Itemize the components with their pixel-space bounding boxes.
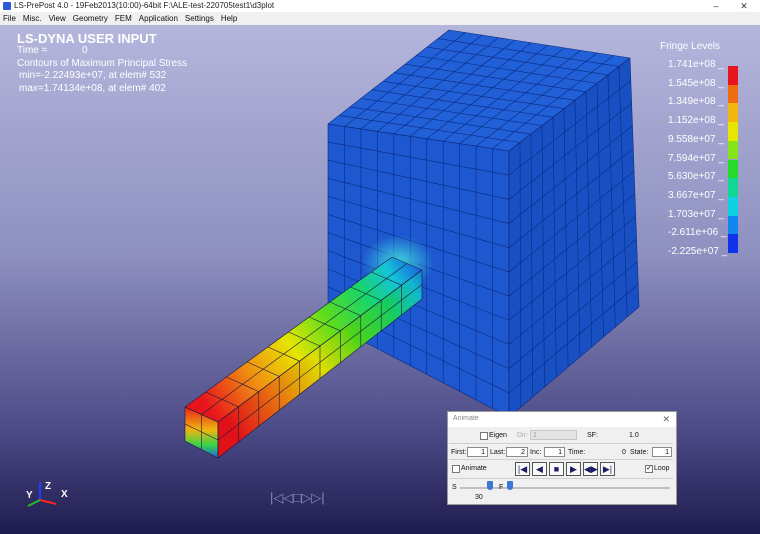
window-title-bar: LS-PrePost 4.0 - 19Feb2013(10:00)-64bit … [0, 0, 760, 12]
fringe-color-swatch [728, 234, 738, 253]
state-field[interactable]: 1 [652, 447, 672, 457]
fringe-color-swatch [728, 196, 738, 216]
fringe-color-swatch [728, 84, 738, 104]
time-field-value: 0 [622, 449, 626, 456]
first-field[interactable]: 1 [467, 447, 488, 457]
eigen-checkbox[interactable] [480, 432, 488, 440]
eigen-label: Eigen [489, 432, 507, 439]
fringe-level-label: 9.558e+07 _ [668, 133, 724, 145]
sf-value: 1.0 [629, 432, 639, 439]
fringe-color-swatch [728, 159, 738, 179]
animate-dialog-title: Animate [453, 415, 479, 422]
fringe-level-label: 5.630e+07 _ [668, 171, 724, 183]
separator [449, 459, 673, 460]
triad-x-label: X [61, 489, 68, 500]
slider-f-label: F [499, 484, 504, 491]
step-back-button[interactable]: ◀ [532, 462, 547, 476]
time-label: Time = [17, 45, 48, 56]
sf-label: SF: [587, 432, 598, 439]
viewport-playback-controls[interactable]: |◁◁□▷▷| [270, 490, 325, 506]
contour-description: Contours of Maximum Principal Stress [17, 58, 188, 69]
last-label: Last: [490, 449, 506, 456]
menu-help[interactable]: Help [218, 12, 241, 25]
fringe-color-swatch [728, 66, 738, 85]
fringe-level-label: 1.545e+08 _ [668, 77, 724, 89]
fringe-color-swatch [728, 215, 738, 235]
time-field-label: Time: [568, 449, 586, 456]
fringe-level-label: 1.703e+07 _ [668, 208, 724, 220]
close-icon[interactable]: ✕ [734, 0, 754, 12]
frame-slider-handle[interactable] [507, 481, 513, 490]
loop-checkbox[interactable]: ✓ [645, 465, 653, 473]
slider-value: 30 [475, 494, 483, 501]
speed-slider-handle[interactable] [487, 481, 493, 490]
triad-y-label: Y [26, 490, 33, 501]
min-value: min=-2.22493e+07, at elem# 532 [19, 70, 167, 81]
menu-geometry[interactable]: Geometry [70, 12, 112, 25]
window-title: LS-PrePost 4.0 - 19Feb2013(10:00)-64bit … [14, 1, 275, 10]
last-field[interactable]: 2 [506, 447, 528, 457]
triad-z-label: Z [45, 481, 52, 492]
animate-checkbox[interactable] [452, 465, 460, 473]
menu-view[interactable]: View [46, 12, 70, 25]
fringe-level-label: 3.667e+07 _ [668, 189, 724, 201]
first-frame-button[interactable]: |◀ [515, 462, 530, 476]
fringe-level-label: -2.611e+06 _ [668, 227, 727, 239]
max-value: max=1.74134e+08, at elem# 402 [19, 83, 166, 94]
fringe-level-label: 1.741e+08 _ [668, 59, 724, 70]
inc-field[interactable]: 1 [544, 447, 565, 457]
fringe-level-label: 7.594e+07 _ [668, 152, 724, 164]
animate-dialog: Animate ✕ [447, 411, 677, 505]
last-frame-button[interactable]: ▶| [600, 462, 615, 476]
separator [449, 478, 673, 479]
dir-label: Dir: [517, 432, 528, 439]
menu-application[interactable]: Application [136, 12, 182, 25]
close-icon[interactable]: ✕ [662, 414, 670, 425]
animate-dialog-header: Animate ✕ [448, 412, 676, 427]
menu-bar: File Misc. View Geometry FEM Application… [0, 12, 760, 25]
animate-label: Animate [461, 465, 487, 472]
loop-label: Loop [654, 465, 670, 472]
bounce-button[interactable]: ◀▶ [583, 462, 598, 476]
app-icon [3, 2, 11, 10]
stop-button[interactable]: ■ [549, 462, 564, 476]
first-label: First: [451, 449, 467, 456]
fringe-color-swatch [728, 103, 738, 123]
separator [449, 443, 673, 444]
minimize-icon[interactable]: – [706, 0, 726, 12]
fringe-color-swatch [728, 140, 738, 160]
menu-misc[interactable]: Misc. [20, 12, 46, 25]
time-value: 0 [82, 45, 88, 56]
slider-s-label: S [452, 484, 457, 491]
fringe-color-swatch [728, 122, 738, 141]
fringe-levels-title: Fringe Levels [660, 41, 721, 52]
menu-settings[interactable]: Settings [182, 12, 218, 25]
model-title: LS-DYNA USER INPUT [17, 31, 157, 46]
fringe-level-label: 1.152e+08 _ [668, 115, 724, 127]
menu-fem[interactable]: FEM [112, 12, 136, 25]
menu-file[interactable]: File [0, 12, 20, 25]
fringe-level-label: -2.225e+07 _ [668, 246, 728, 257]
state-label: State: [630, 449, 649, 456]
play-button[interactable]: ▶ [566, 462, 581, 476]
dir-field: 1 [530, 430, 577, 440]
fringe-level-label: 1.349e+08 _ [668, 96, 724, 108]
inc-label: Inc: [530, 449, 542, 456]
fringe-color-swatch [728, 178, 738, 197]
